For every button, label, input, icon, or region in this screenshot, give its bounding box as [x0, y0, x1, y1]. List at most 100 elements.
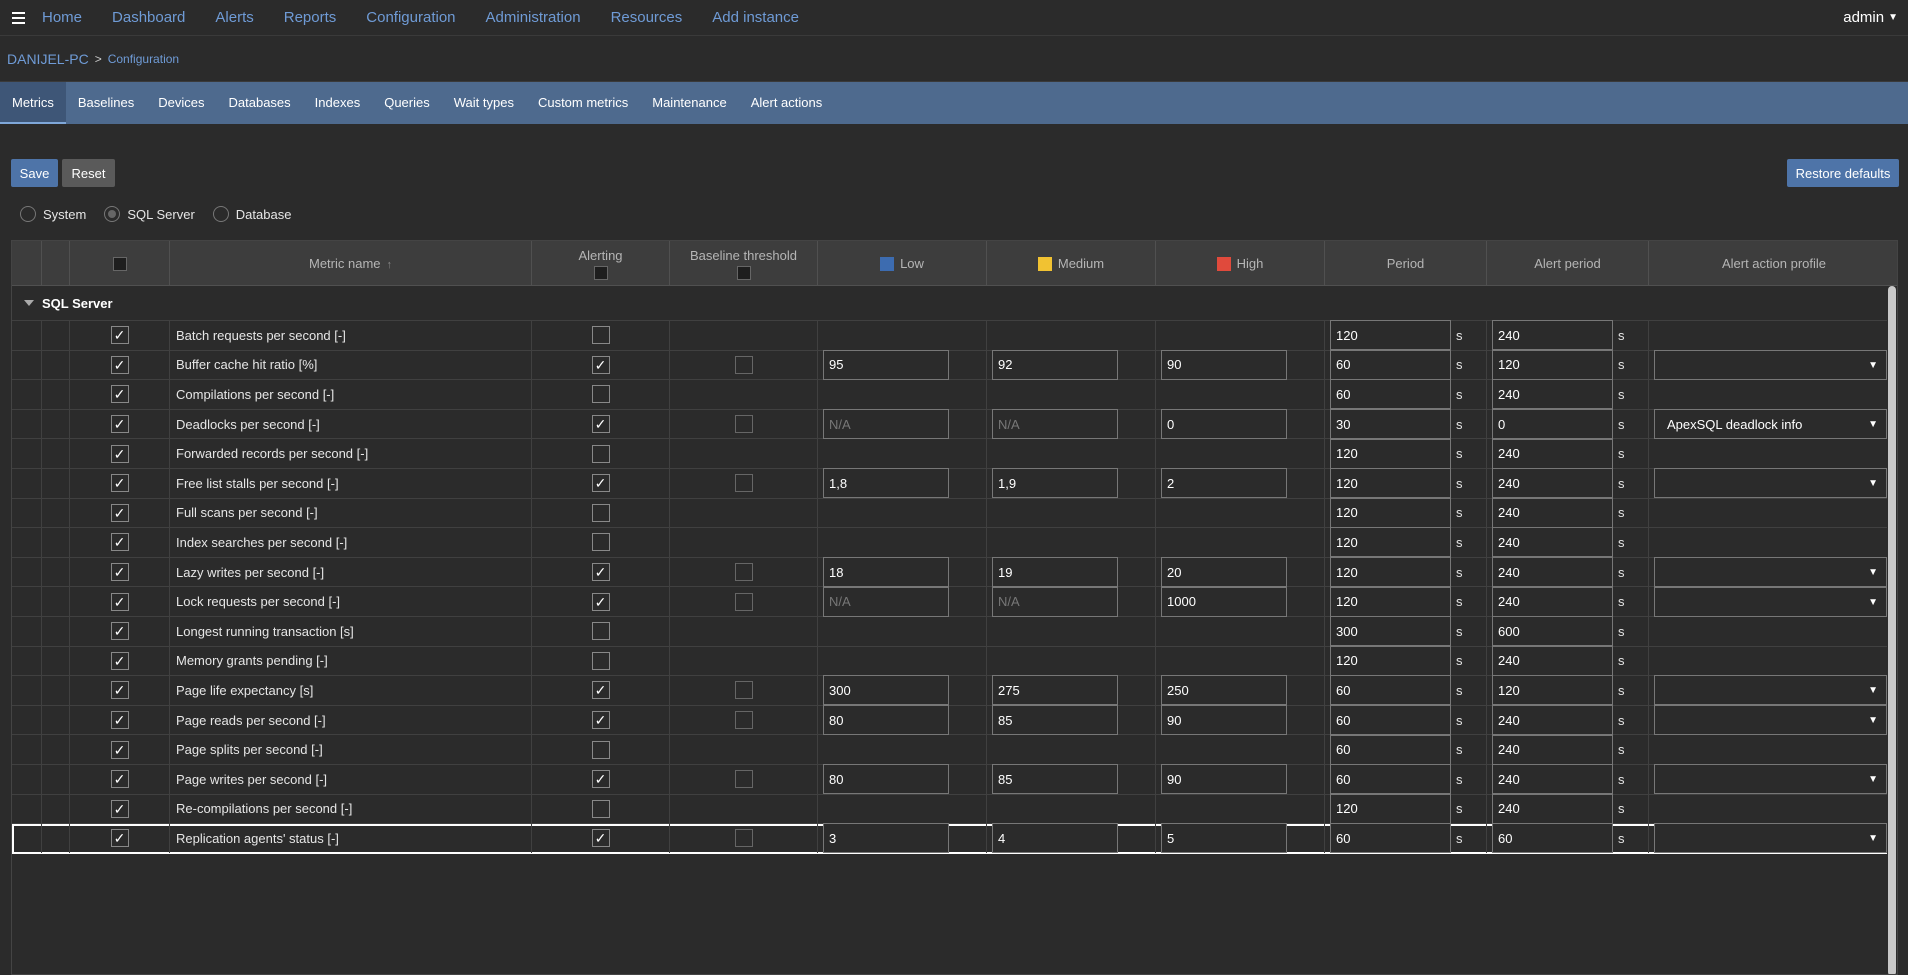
alerting-checkbox[interactable] — [591, 503, 610, 522]
low-threshold-input[interactable]: 18 — [823, 557, 949, 588]
tab-custom-metrics[interactable]: Custom metrics — [526, 82, 640, 124]
med-threshold-input[interactable]: 92 — [992, 349, 1118, 380]
period-input[interactable]: 120 — [1330, 497, 1451, 528]
nav-link-add-instance[interactable]: Add instance — [712, 9, 799, 26]
enabled-checkbox[interactable]: ✓ — [110, 355, 129, 374]
period-input[interactable]: 60 — [1330, 734, 1451, 765]
table-row[interactable]: ✓ Forwarded records per second [-] 120 s 240… — [12, 438, 1887, 469]
enabled-checkbox[interactable]: ✓ — [110, 385, 129, 404]
table-row[interactable]: ✓ Buffer cache hit ratio [%] ✓ 95 92 90 60 s 120… — [12, 349, 1887, 381]
enabled-checkbox[interactable]: ✓ — [110, 503, 129, 522]
table-row[interactable]: ✓ Page splits per second [-] 60 s 240 s — [12, 734, 1887, 765]
breadcrumb-page[interactable]: Configuration — [108, 52, 179, 66]
table-row[interactable]: ✓ Batch requests per second [-] 120 s 240 s — [12, 320, 1887, 351]
baseline-all-checkbox[interactable] — [736, 265, 751, 280]
period-input[interactable]: 30 — [1330, 409, 1451, 440]
med-threshold-input[interactable]: 85 — [992, 705, 1118, 736]
table-row[interactable]: ✓ Longest running transaction [s] 300 s 600 s — [12, 616, 1887, 647]
period-input[interactable]: 60 — [1330, 823, 1451, 854]
enabled-checkbox[interactable]: ✓ — [110, 622, 129, 641]
alerting-checkbox[interactable] — [591, 740, 610, 759]
breadcrumb-host[interactable]: DANIJEL-PC — [7, 51, 89, 67]
table-row[interactable]: ✓ Re-compilations per second [-] 120 s 240 s — [12, 793, 1887, 825]
high-threshold-input[interactable]: 250 — [1161, 675, 1287, 706]
low-threshold-input[interactable]: N/A — [823, 409, 949, 440]
alert-action-profile-select[interactable]: ApexSQL deadlock info ▼ — [1654, 409, 1887, 440]
high-threshold-input[interactable]: 0 — [1161, 409, 1287, 440]
table-row[interactable]: ✓ Page reads per second [-] ✓ 80 85 90 60 s 240 s… — [12, 705, 1887, 736]
alert-period-input[interactable]: 240 — [1492, 438, 1613, 469]
collapse-triangle-icon[interactable] — [24, 300, 34, 306]
alert-period-input[interactable]: 240 — [1492, 793, 1613, 824]
enabled-checkbox[interactable]: ✓ — [110, 592, 129, 611]
baseline-checkbox[interactable] — [734, 415, 753, 434]
alerting-checkbox[interactable]: ✓ — [591, 415, 610, 434]
radio-database[interactable]: Database — [212, 206, 291, 222]
alerting-checkbox[interactable] — [591, 385, 610, 404]
period-input[interactable]: 120 — [1330, 527, 1451, 558]
table-row[interactable]: ✓ Compilations per second [-] 60 s 240 s — [12, 379, 1887, 410]
alerting-checkbox[interactable]: ✓ — [591, 711, 610, 730]
nav-link-home[interactable]: Home — [42, 9, 82, 26]
save-button[interactable]: Save — [11, 159, 58, 187]
alert-period-input[interactable]: 240 — [1492, 586, 1613, 617]
med-threshold-input[interactable]: N/A — [992, 409, 1118, 440]
low-threshold-input[interactable]: 80 — [823, 705, 949, 736]
alert-action-profile-select[interactable]: ▼ — [1654, 349, 1887, 380]
low-threshold-input[interactable]: N/A — [823, 586, 949, 617]
baseline-checkbox[interactable] — [734, 681, 753, 700]
period-input[interactable]: 300 — [1330, 616, 1451, 647]
alert-action-profile-select[interactable]: ▼ — [1654, 468, 1887, 499]
user-menu[interactable]: admin ▼ — [1843, 9, 1898, 26]
med-threshold-input[interactable]: 85 — [992, 764, 1118, 795]
baseline-checkbox[interactable] — [734, 770, 753, 789]
alerting-all-checkbox[interactable] — [593, 265, 608, 280]
table-row[interactable]: ✓ Free list stalls per second [-] ✓ 1,8 1,9 2… — [12, 468, 1887, 499]
table-row[interactable]: ✓ Memory grants pending [-] 120 s 240 s — [12, 645, 1887, 677]
menu-icon[interactable] — [4, 0, 32, 36]
nav-link-reports[interactable]: Reports — [284, 9, 337, 26]
enabled-checkbox[interactable]: ✓ — [110, 563, 129, 582]
alert-period-input[interactable]: 240 — [1492, 527, 1613, 558]
enabled-checkbox[interactable]: ✓ — [110, 651, 129, 670]
nav-link-configuration[interactable]: Configuration — [366, 9, 455, 26]
radio-circle-icon[interactable] — [104, 206, 121, 222]
med-threshold-input[interactable]: 19 — [992, 557, 1118, 588]
reset-button[interactable]: Reset — [62, 159, 115, 187]
tab-queries[interactable]: Queries — [372, 82, 442, 124]
baseline-checkbox[interactable] — [734, 711, 753, 730]
alert-period-input[interactable]: 240 — [1492, 497, 1613, 528]
alert-period-input[interactable]: 60 — [1492, 823, 1613, 854]
table-row[interactable]: ✓ Full scans per second [-] 120 s 240 s — [12, 497, 1887, 529]
table-row[interactable]: ✓ Replication agents' status [-] ✓ 3 4 5 60 s 60… — [12, 823, 1887, 854]
period-input[interactable]: 120 — [1330, 320, 1451, 351]
scrollbar-thumb[interactable] — [1888, 286, 1896, 974]
alert-period-input[interactable]: 240 — [1492, 320, 1613, 351]
table-row[interactable]: ✓ Page life expectancy [s] ✓ 300 275 250 60 s 12… — [12, 675, 1887, 706]
alert-period-input[interactable]: 240 — [1492, 764, 1613, 795]
alert-period-input[interactable]: 240 — [1492, 645, 1613, 676]
med-threshold-input[interactable]: 275 — [992, 675, 1118, 706]
alerting-checkbox[interactable] — [591, 622, 610, 641]
high-threshold-input[interactable]: 1000 — [1161, 586, 1287, 617]
med-threshold-input[interactable]: 1,9 — [992, 468, 1118, 499]
enabled-checkbox[interactable]: ✓ — [110, 444, 129, 463]
enabled-checkbox[interactable]: ✓ — [110, 681, 129, 700]
high-threshold-input[interactable]: 2 — [1161, 468, 1287, 499]
med-threshold-input[interactable]: N/A — [992, 586, 1118, 617]
radio-system[interactable]: System — [20, 206, 86, 222]
period-input[interactable]: 60 — [1330, 764, 1451, 795]
period-input[interactable]: 120 — [1330, 793, 1451, 824]
alert-action-profile-select[interactable]: ▼ — [1654, 705, 1887, 736]
nav-link-dashboard[interactable]: Dashboard — [112, 9, 185, 26]
alerting-checkbox[interactable]: ✓ — [591, 355, 610, 374]
select-all-checkbox[interactable] — [112, 256, 127, 271]
group-row-sql-server[interactable]: SQL Server — [12, 286, 1897, 321]
alert-period-input[interactable]: 0 — [1492, 409, 1613, 440]
alerting-checkbox[interactable] — [591, 651, 610, 670]
low-threshold-input[interactable]: 80 — [823, 764, 949, 795]
tab-maintenance[interactable]: Maintenance — [640, 82, 738, 124]
period-input[interactable]: 120 — [1330, 645, 1451, 676]
tab-alert-actions[interactable]: Alert actions — [739, 82, 835, 124]
alerting-checkbox[interactable]: ✓ — [591, 681, 610, 700]
